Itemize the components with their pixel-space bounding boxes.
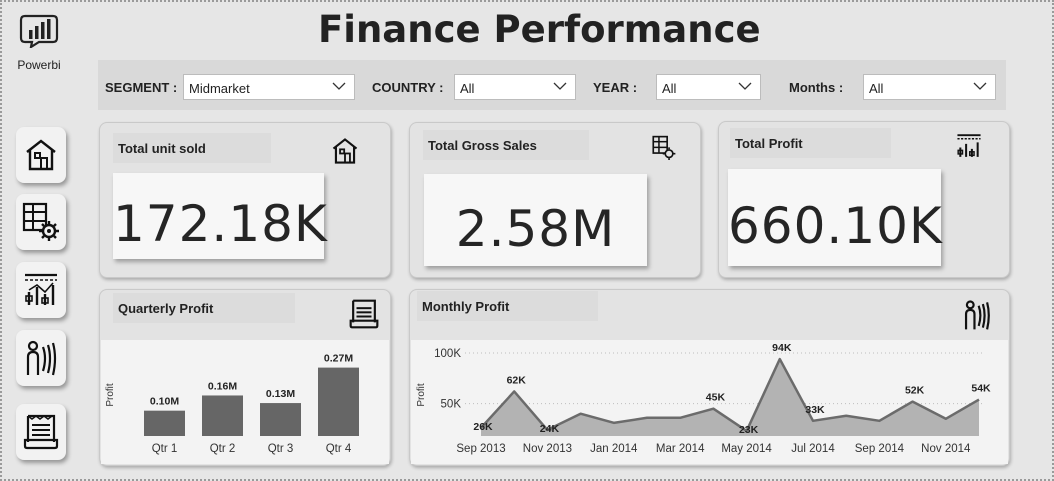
y-axis-label: Profit (416, 383, 427, 407)
monthly-profit-card: Monthly Profit Profit 100K 50K 26K 62K 24K 45K… (409, 289, 1010, 466)
kpi-card-units: Total unit sold 172.18K (99, 122, 391, 278)
chart-icon (25, 273, 57, 305)
point-data-label: 33K (805, 404, 825, 416)
x-tick-label: Qtr 1 (152, 443, 178, 455)
kpi-value-box: 2.58M (424, 174, 647, 266)
x-tick-label: Sep 2014 (855, 443, 905, 455)
months-select[interactable]: All (863, 74, 996, 100)
home-icon (332, 138, 358, 164)
people-icon (26, 340, 57, 376)
point-data-label: 94K (772, 342, 792, 354)
scroll-icon (23, 414, 59, 450)
point-data-label: 26K (473, 421, 493, 433)
nav-people-button[interactable] (16, 330, 66, 386)
grid-gear-icon (652, 135, 676, 160)
kpi-value: 660.10K (728, 197, 943, 255)
bar (260, 403, 301, 436)
bar (202, 395, 243, 436)
nav-report-button[interactable] (16, 404, 66, 460)
x-tick-label: Jan 2014 (590, 443, 638, 455)
kpi-card-profit: Total Profit 660.10K (718, 121, 1010, 278)
point-data-label: 54K (971, 383, 991, 395)
nav-sales-button[interactable] (16, 194, 66, 250)
grid-gear-icon (22, 202, 59, 241)
kpi-title: Total Profit (730, 128, 891, 158)
nav-profit-button[interactable] (16, 262, 66, 318)
x-tick-label: May 2014 (721, 443, 772, 455)
point-data-label: 24K (540, 423, 560, 435)
bar-data-label: 0.16M (208, 380, 237, 392)
kpi-card-gross-sales: Total Gross Sales 2.58M (409, 122, 701, 278)
point-data-label: 52K (905, 385, 925, 397)
year-select[interactable]: All (656, 74, 761, 100)
x-tick-label: Sep 2013 (456, 443, 505, 455)
home-icon (26, 139, 56, 171)
segment-label: SEGMENT : (105, 80, 178, 95)
country-value: All (460, 81, 475, 96)
bar-data-label: 0.27M (324, 353, 353, 365)
year-value: All (662, 81, 677, 96)
bar-data-label: 0.10M (150, 396, 179, 408)
y-tick-label: 100K (434, 348, 461, 360)
monthly-profit-chart: Profit 100K 50K 26K 62K 24K 45K 23K 94K 33K 52K 54K… (416, 342, 991, 455)
x-tick-label: Nov 2014 (921, 443, 971, 455)
point-data-label: 62K (507, 374, 527, 386)
months-value: All (869, 81, 884, 96)
segment-value: Midmarket (189, 81, 250, 96)
kpi-value-box: 660.10K (728, 169, 943, 266)
chevron-down-icon (738, 82, 752, 90)
bar-data-label: 0.13M (266, 388, 295, 400)
chart-icon (957, 134, 981, 157)
country-select[interactable]: All (454, 74, 576, 100)
point-data-label: 23K (739, 424, 759, 436)
nav-home-button[interactable] (16, 127, 66, 183)
kpi-value: 172.18K (113, 195, 328, 253)
kpi-title: Total Gross Sales (423, 130, 589, 160)
x-tick-label: Mar 2014 (656, 443, 705, 455)
months-label: Months : (789, 80, 844, 95)
chevron-down-icon (973, 82, 987, 90)
x-tick-label: Qtr 2 (210, 443, 236, 455)
quarterly-profit-card: Quarterly Profit Profit 0.10M Qtr 1 0.16M Qt… (99, 289, 391, 466)
quarterly-profit-chart: Profit 0.10M Qtr 1 0.16M Qtr 2 0.13M Qtr 3 0.27… (105, 353, 359, 455)
kpi-value-box: 172.18K (113, 173, 328, 259)
bar (144, 410, 185, 436)
chevron-down-icon (553, 82, 567, 90)
y-axis-label: Profit (105, 383, 116, 407)
kpi-value: 2.58M (455, 200, 616, 258)
country-label: COUNTRY : (372, 80, 444, 95)
kpi-title: Total unit sold (113, 133, 271, 163)
x-tick-label: Nov 2013 (523, 443, 572, 455)
powerbi-logo: Powerbi (14, 14, 64, 72)
page-title: Finance Performance (318, 8, 761, 51)
x-tick-label: Qtr 3 (268, 443, 294, 455)
year-label: YEAR : (593, 80, 638, 95)
x-tick-label: Qtr 4 (326, 443, 352, 455)
point-data-label: 45K (706, 392, 726, 404)
filter-bar: SEGMENT : Midmarket COUNTRY : All YEAR :… (98, 60, 1006, 110)
x-tick-label: Jul 2014 (791, 443, 835, 455)
app-name: Powerbi (17, 58, 61, 72)
chevron-down-icon (332, 82, 346, 90)
y-tick-label: 50K (441, 399, 462, 411)
segment-select[interactable]: Midmarket (183, 74, 355, 100)
powerbi-icon (19, 14, 59, 48)
bar (318, 367, 359, 436)
